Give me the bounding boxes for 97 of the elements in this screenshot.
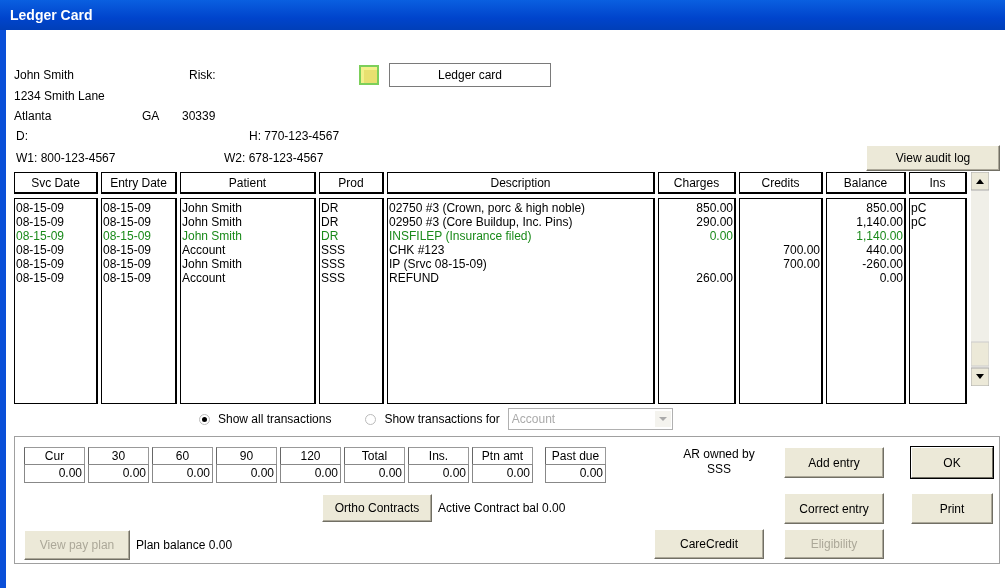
table-cell-text: John Smith [182, 257, 244, 271]
risk-label: Risk: [189, 68, 217, 82]
aging-header: Cur [24, 447, 85, 464]
table-cell-text: 08-15-09 [16, 215, 66, 229]
table-cell-text: 08-15-09 [16, 257, 66, 271]
ar-owner-label: AR owned by [683, 447, 755, 462]
aging-header: 60 [152, 447, 213, 464]
column-header[interactable]: Entry Date [101, 172, 177, 194]
column-header[interactable]: Balance [826, 172, 906, 194]
table-cell-text: SSS [321, 271, 346, 285]
table-cell-text: 08-15-09 [16, 243, 66, 257]
column-header[interactable]: Svc Date [14, 172, 98, 194]
correct-entry-button[interactable]: Correct entry [784, 493, 884, 524]
table-cell-text: 1,140.00 [855, 229, 903, 243]
table-cell-text: 02750 #3 (Crown, porc & high noble) [389, 201, 587, 215]
table-cell-text: 1,140.00 [855, 215, 903, 229]
table-cell-text: pC [911, 215, 928, 229]
table-cell-text: DR [321, 215, 340, 229]
column-header[interactable]: Patient [180, 172, 316, 194]
table-cell-text: 08-15-09 [103, 243, 153, 257]
table-cell-text: DR [321, 201, 340, 215]
aging-header: 120 [280, 447, 341, 464]
work-phone: W1: 800-123-4567 [15, 151, 117, 165]
table-cell-text: 08-15-09 [103, 257, 153, 271]
aging-header: Total [344, 447, 405, 464]
column-header[interactable]: Charges [658, 172, 736, 194]
table-cell-text: 08-15-09 [16, 201, 66, 215]
table-cell-text: 02950 #3 (Core Buildup, Inc. Pins) [389, 215, 574, 229]
window-title: Ledger Card [10, 7, 93, 23]
table-cell-text: 08-15-09 [103, 201, 153, 215]
radio-option[interactable]: Show transactions for [365, 412, 500, 426]
table-cell-text: 440.00 [865, 243, 903, 257]
table-cell-text: 850.00 [865, 201, 903, 215]
table-cell-text: DR [321, 229, 340, 243]
aging-value: 0.00 [88, 464, 149, 483]
carecredit-button[interactable]: CareCredit [654, 529, 764, 559]
table-cell-text: SSS [321, 243, 346, 257]
aging-value: 0.00 [280, 464, 341, 483]
city-text: Atlanta [14, 109, 53, 123]
column-header[interactable]: Ins [909, 172, 967, 194]
contract-balance-text: Active Contract bal 0.00 [438, 501, 566, 515]
column-header[interactable]: Credits [739, 172, 823, 194]
scrollbar[interactable] [971, 172, 989, 386]
notes-icon[interactable] [359, 65, 379, 85]
table-cell-text: INSFILEP (Insurance filed) [389, 229, 533, 243]
state-text: GA [142, 109, 161, 123]
aging-header: Ptn amt [472, 447, 533, 464]
table-cell-text: 0.00 [708, 229, 733, 243]
aging-value: 0.00 [344, 464, 405, 483]
ar-owner-value: SSS [707, 462, 731, 477]
table-cell-text: -260.00 [861, 257, 903, 271]
table-cell-text: Account [182, 271, 227, 285]
zip-text: 30339 [182, 109, 216, 123]
table-cell-text: John Smith [182, 229, 244, 243]
print-button[interactable]: Print [911, 493, 993, 524]
table-cell-text: 08-15-09 [103, 229, 153, 243]
aging-value: 0.00 [408, 464, 469, 483]
home-phone: H: 770-123-4567 [249, 129, 340, 143]
table-cell-text: 08-15-09 [16, 229, 66, 243]
ortho-contracts-button[interactable]: Ortho Contracts [322, 494, 432, 522]
column-header[interactable]: Prod [319, 172, 384, 194]
aging-value: 0.00 [472, 464, 533, 483]
table-cell-text: 260.00 [695, 271, 733, 285]
view-field[interactable]: Ledger card [389, 63, 551, 87]
add-entry-button[interactable]: Add entry [784, 447, 884, 478]
column-header[interactable]: Description [387, 172, 655, 194]
table-cell-text: CHK #123 [389, 243, 446, 257]
table-cell-text: 290.00 [695, 215, 733, 229]
aging-value: 0.00 [545, 464, 606, 483]
table-cell-text: Account [182, 243, 227, 257]
address-text: 1234 Smith Lane [14, 89, 105, 103]
ok-button[interactable]: OK [911, 447, 993, 478]
table-cell-text: 700.00 [782, 257, 820, 271]
table-cell-text: 850.00 [695, 201, 733, 215]
patient-name: John Smith [14, 68, 76, 82]
aging-value: 0.00 [24, 464, 85, 483]
table-cell-text: 700.00 [782, 243, 820, 257]
table-cell-text: 08-15-09 [103, 215, 153, 229]
table-cell-text: REFUND [389, 271, 440, 285]
aging-header: Past due [545, 447, 606, 464]
aging-header: 90 [216, 447, 277, 464]
table-cell-text: 0.00 [878, 271, 903, 285]
aging-value: 0.00 [152, 464, 213, 483]
work-phone: W2: 678-123-4567 [224, 151, 324, 165]
aging-header: 30 [88, 447, 149, 464]
aging-value: 0.00 [216, 464, 277, 483]
table-cell-text: pC [911, 201, 928, 215]
aging-header: Ins. [408, 447, 469, 464]
table-cell-text: John Smith [182, 215, 244, 229]
table-cell-text: SSS [321, 257, 346, 271]
table-cell-text: John Smith [182, 201, 244, 215]
radio-option[interactable]: Show all transactions [199, 412, 332, 426]
d-label: D: [15, 129, 29, 143]
table-cell-text: IP (Srvc 08-15-09) [389, 257, 488, 271]
plan-balance-text: Plan balance 0.00 [136, 538, 233, 552]
table-cell-text: 08-15-09 [16, 271, 66, 285]
table-cell-text: 08-15-09 [103, 271, 153, 285]
